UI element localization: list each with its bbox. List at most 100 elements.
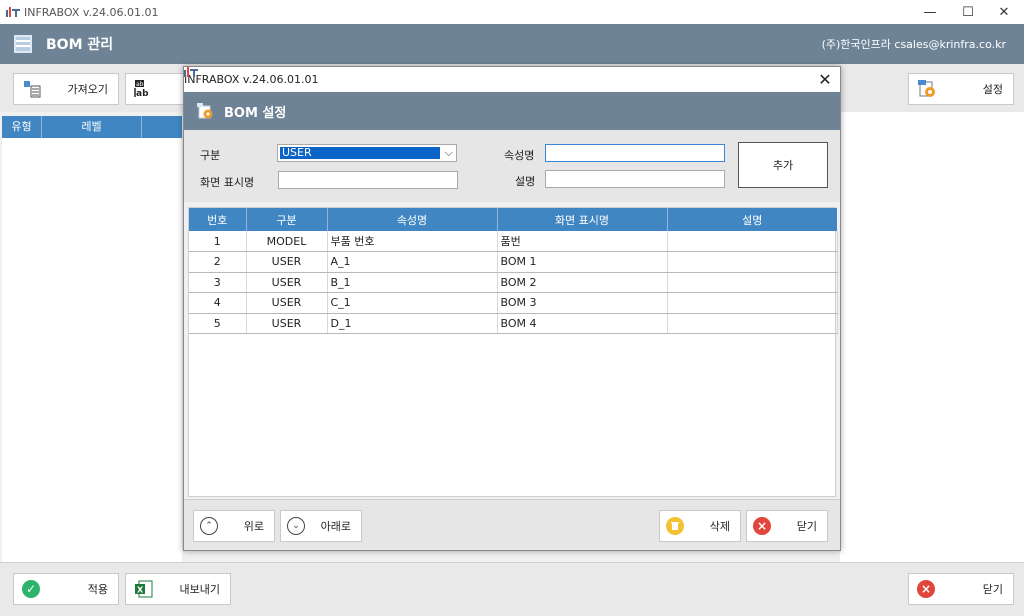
description-label: 설명 — [515, 175, 536, 188]
cell-type: USER — [246, 272, 328, 293]
type-select-value: USER — [280, 147, 440, 159]
cell-description — [667, 231, 838, 252]
description-input[interactable] — [545, 170, 725, 188]
delete-button[interactable]: 삭제 — [659, 510, 741, 542]
column-header-number[interactable]: 번호 — [189, 208, 247, 231]
column-header-display-name[interactable]: 화면 표시명 — [497, 208, 668, 231]
dialog-footer: ⌃ 위로 ⌄ 아래로 삭제 × 닫기 — [184, 499, 840, 550]
main-footer: ✓ 적용 X 내보내기 × 닫기 — [0, 562, 1024, 616]
close-x-icon: × — [917, 580, 935, 598]
cell-number: 5 — [189, 313, 247, 334]
dialog-window-title: INFRABOX v.24.06.01.01 — [184, 73, 319, 86]
cell-description — [667, 272, 838, 293]
attribute-name-label: 속성명 — [504, 149, 535, 162]
cell-number: 3 — [189, 272, 247, 293]
attribute-name-input[interactable] — [545, 144, 725, 162]
table-row[interactable]: 3 USER B_1 BOM 2 — [189, 272, 838, 293]
apply-button[interactable]: ✓ 적용 — [13, 573, 119, 605]
main-titlebar: INFRABOX v.24.06.01.01 — ☐ ✕ — [0, 0, 1024, 24]
cell-attribute: D_1 — [327, 313, 498, 334]
cell-type: USER — [246, 313, 328, 334]
column-header-type[interactable]: 구분 — [246, 208, 328, 231]
cell-number: 4 — [189, 292, 247, 314]
cell-description — [667, 251, 838, 273]
import-icon — [22, 79, 42, 99]
maximize-button[interactable]: ☐ — [950, 0, 986, 24]
cell-display-name: BOM 4 — [497, 313, 668, 334]
cell-description — [667, 292, 838, 314]
type-select[interactable]: USER ⌵ — [277, 144, 457, 162]
cell-type: USER — [246, 292, 328, 314]
cell-attribute: C_1 — [327, 292, 498, 314]
cell-number: 2 — [189, 251, 247, 273]
window-close-button[interactable]: ✕ — [986, 0, 1022, 24]
check-icon: ✓ — [22, 580, 40, 598]
company-info: (주)한국인프라 csales@krinfra.co.kr — [821, 38, 1006, 51]
cell-attribute: 부품 번호 — [327, 231, 498, 252]
export-label: 내보내기 — [179, 583, 220, 596]
move-up-label: 위로 — [243, 520, 264, 533]
dialog-close-x-button[interactable]: ✕ — [816, 70, 834, 89]
left-grid-body[interactable] — [2, 138, 182, 562]
dialog-header: BOM 설정 — [184, 92, 840, 130]
cell-number: 1 — [189, 231, 247, 252]
move-up-button[interactable]: ⌃ 위로 — [193, 510, 275, 542]
trash-icon — [666, 517, 684, 535]
cell-attribute: B_1 — [327, 272, 498, 293]
cell-display-name: BOM 2 — [497, 272, 668, 293]
main-close-button[interactable]: × 닫기 — [908, 573, 1014, 605]
cell-display-name: BOM 3 — [497, 292, 668, 314]
table-row[interactable]: 1 MODEL 부품 번호 품번 — [189, 231, 838, 252]
settings-icon — [196, 102, 214, 120]
dialog-close-button[interactable]: × 닫기 — [746, 510, 828, 542]
column-header-description[interactable]: 설명 — [667, 208, 837, 231]
move-down-button[interactable]: ⌄ 아래로 — [280, 510, 362, 542]
excel-icon: X — [134, 579, 154, 599]
right-panel — [840, 112, 1024, 562]
settings-gear-icon — [917, 79, 937, 99]
dialog-titlebar: INFRABOX v.24.06.01.01 ✕ — [184, 67, 840, 92]
type-label: 구분 — [200, 149, 221, 162]
bom-settings-dialog: INFRABOX v.24.06.01.01 ✕ BOM 설정 구분 USER … — [183, 66, 841, 551]
cell-type: USER — [246, 251, 328, 273]
column-header-type[interactable]: 유형 — [2, 116, 42, 138]
main-close-label: 닫기 — [982, 583, 1003, 596]
table-row[interactable]: 4 USER C_1 BOM 3 — [189, 292, 838, 314]
table-icon — [14, 35, 32, 53]
left-grid-header: 유형 레벨 — [2, 116, 182, 138]
display-name-input[interactable] — [278, 171, 458, 189]
minimize-button[interactable]: — — [912, 0, 948, 24]
delete-label: 삭제 — [709, 520, 730, 533]
export-button[interactable]: X 내보내기 — [125, 573, 231, 605]
close-x-icon: × — [753, 517, 771, 535]
apply-label: 적용 — [87, 583, 108, 596]
move-down-label: 아래로 — [320, 520, 351, 533]
import-button[interactable]: 가져오기 — [13, 73, 119, 105]
window-title: INFRABOX v.24.06.01.01 — [24, 5, 159, 19]
cell-type: MODEL — [246, 231, 328, 252]
chevron-up-icon: ⌃ — [200, 517, 218, 535]
dialog-close-label: 닫기 — [796, 520, 817, 533]
rename-button[interactable]: abc ab — [125, 73, 185, 105]
svg-text:ab: ab — [136, 89, 149, 99]
column-header-level[interactable]: 레벨 — [42, 116, 142, 138]
table-row[interactable]: 2 USER A_1 BOM 1 — [189, 251, 838, 273]
display-name-label: 화면 표시명 — [200, 176, 255, 189]
cell-display-name: 품번 — [497, 231, 668, 252]
column-header-attribute[interactable]: 속성명 — [327, 208, 498, 231]
attribute-table: 번호 구분 속성명 화면 표시명 설명 1 MODEL 부품 번호 품번 2 U… — [188, 207, 838, 497]
page-title: BOM 관리 — [46, 37, 114, 53]
svg-text:X: X — [137, 586, 144, 595]
add-button[interactable]: 추가 — [738, 142, 828, 188]
table-row[interactable]: 5 USER D_1 BOM 4 — [189, 313, 838, 334]
infrabox-logo-icon — [6, 7, 20, 17]
chevron-down-icon: ⌄ — [287, 517, 305, 535]
abc-rename-icon: abc ab — [134, 79, 154, 99]
dialog-title: BOM 설정 — [224, 105, 287, 121]
page-header: BOM 관리 (주)한국인프라 csales@krinfra.co.kr — [0, 24, 1024, 64]
settings-label: 설정 — [982, 83, 1003, 96]
chevron-down-icon: ⌵ — [444, 146, 453, 159]
settings-button[interactable]: 설정 — [908, 73, 1014, 105]
cell-attribute: A_1 — [327, 251, 498, 273]
import-label: 가져오기 — [67, 83, 108, 96]
